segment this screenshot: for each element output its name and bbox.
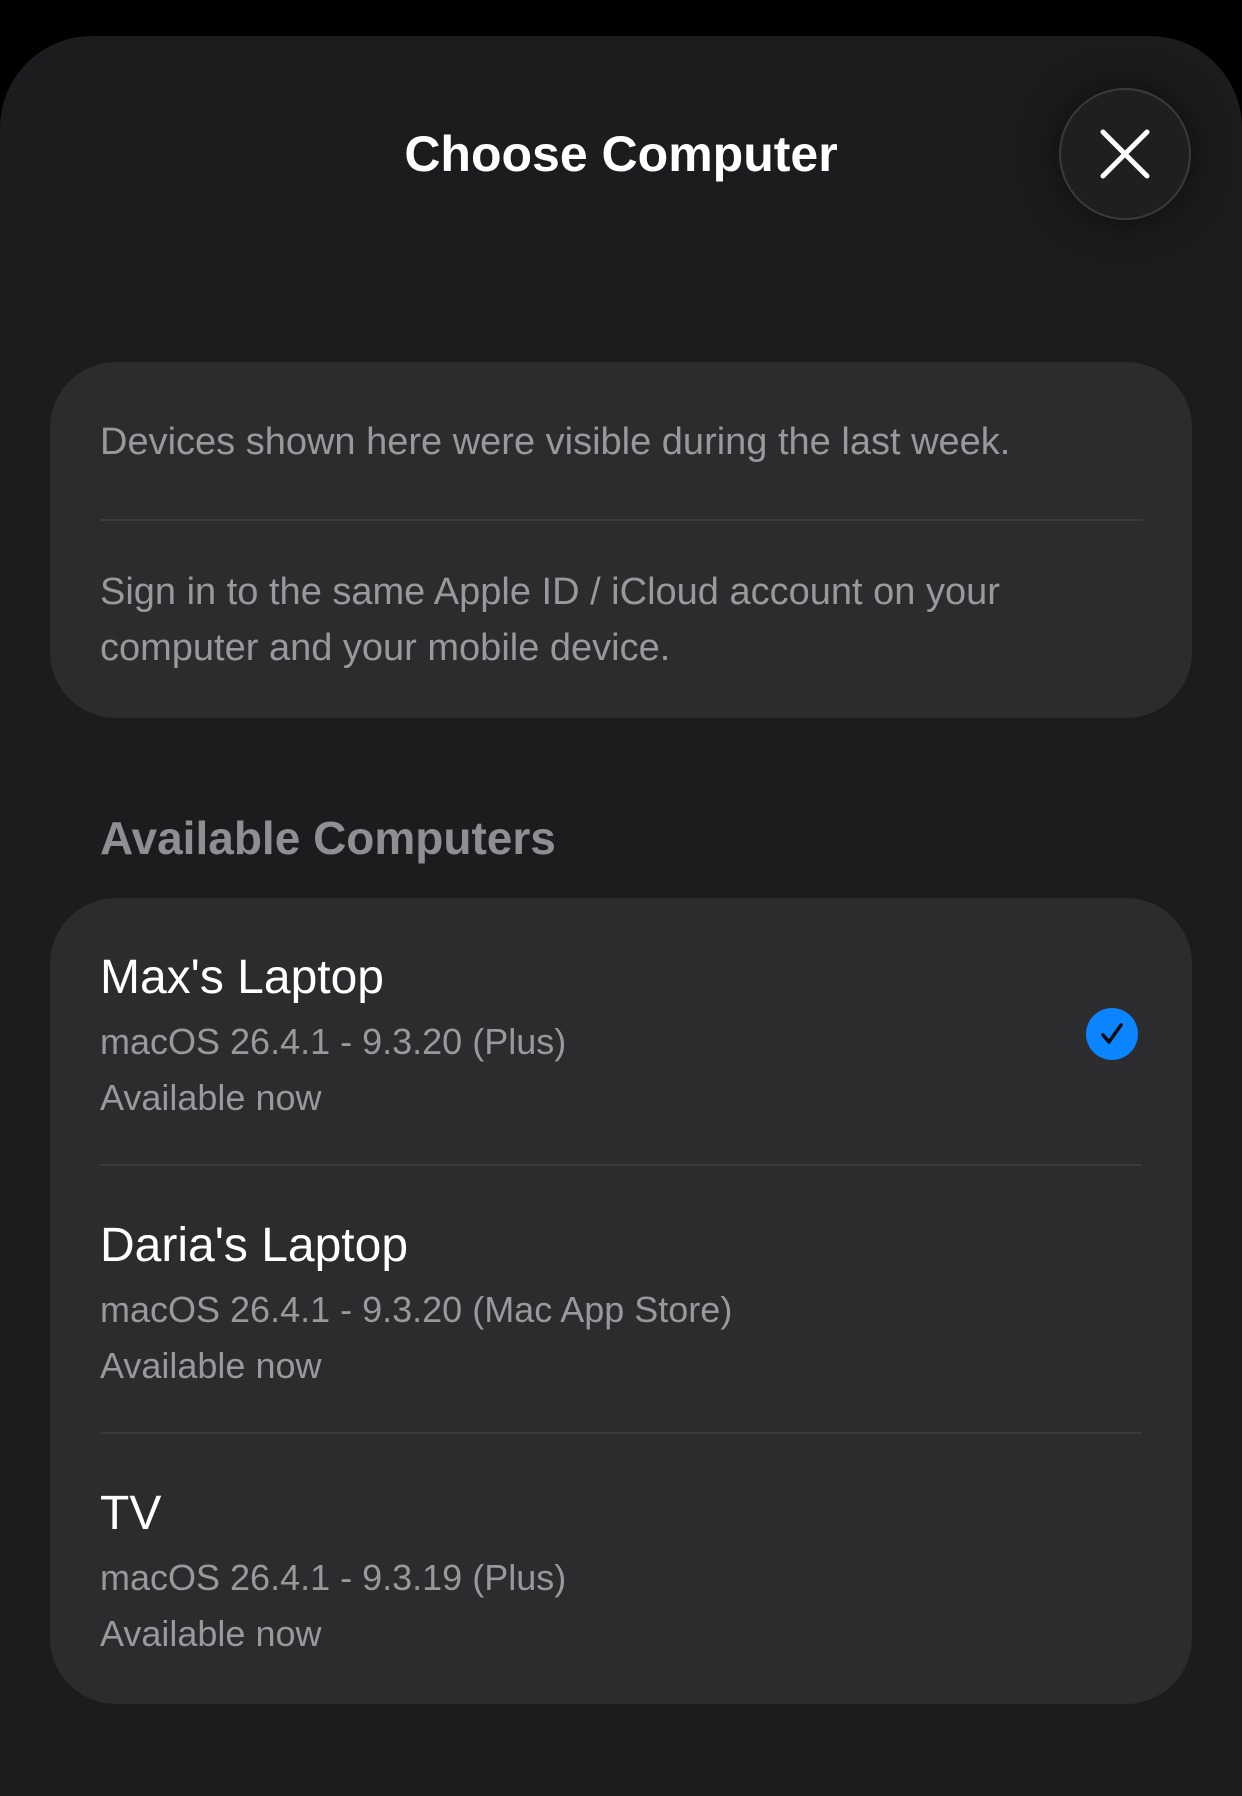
computer-status: Available now	[100, 1077, 322, 1118]
computer-detail: macOS 26.4.1 - 9.3.19 (Plus)	[100, 1557, 567, 1598]
computer-list: Max's Laptop macOS 26.4.1 - 9.3.20 (Plus…	[50, 898, 1192, 1704]
computer-row-tv[interactable]: TV macOS 26.4.1 - 9.3.19 (Plus) Availabl…	[50, 1434, 1192, 1702]
computer-name: Max's Laptop	[100, 951, 384, 1004]
info-divider	[100, 519, 1142, 521]
computer-status: Available now	[100, 1613, 322, 1654]
computer-name: Daria's Laptop	[100, 1219, 409, 1272]
computer-name: TV	[100, 1487, 162, 1540]
computer-row-max-laptop[interactable]: Max's Laptop macOS 26.4.1 - 9.3.20 (Plus…	[50, 898, 1192, 1166]
computer-detail: macOS 26.4.1 - 9.3.20 (Plus)	[100, 1021, 567, 1062]
close-icon	[1100, 129, 1150, 179]
page-title: Choose Computer	[404, 126, 838, 182]
close-button[interactable]	[1059, 88, 1191, 220]
computer-detail: macOS 26.4.1 - 9.3.20 (Mac App Store)	[100, 1289, 733, 1330]
checkmark-circle-icon	[1086, 1008, 1138, 1060]
computer-row-daria-laptop[interactable]: Daria's Laptop macOS 26.4.1 - 9.3.20 (Ma…	[50, 1166, 1192, 1434]
sign-in-note: Sign in to the same Apple ID / iCloud ac…	[100, 571, 1000, 669]
visibility-note: Devices shown here were visible during t…	[100, 421, 1011, 463]
info-card: Devices shown here were visible during t…	[50, 362, 1192, 718]
section-header-available-computers: Available Computers	[100, 812, 556, 864]
computer-status: Available now	[100, 1345, 322, 1386]
checkmark-icon	[1101, 1023, 1123, 1044]
